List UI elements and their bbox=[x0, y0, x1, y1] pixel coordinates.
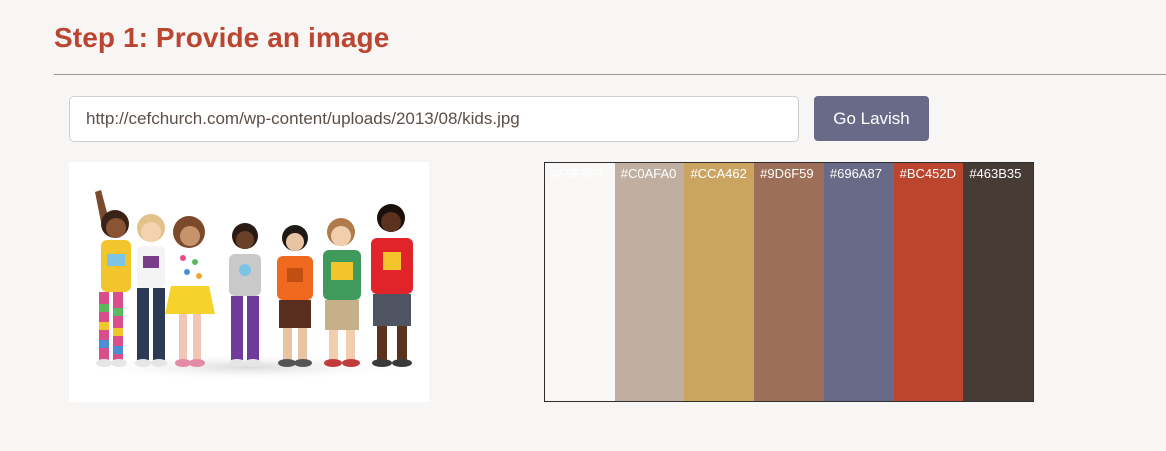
palette-swatch: #9D6F59 bbox=[754, 163, 824, 401]
swatch-hex-label: #696A87 bbox=[829, 166, 882, 181]
palette-swatch: #C0AFA0 bbox=[614, 163, 685, 401]
divider bbox=[54, 74, 1166, 75]
swatch-hex-label: #F9F8F7 bbox=[551, 166, 604, 181]
swatch-hex-label: #CCA462 bbox=[690, 166, 747, 181]
swatch-hex-label: #C0AFA0 bbox=[620, 166, 677, 181]
palette-swatch: #BC452D bbox=[893, 163, 964, 401]
color-palette: #F9F8F7 #C0AFA0 #CCA462 #9D6F59 #696A87 #BC45… bbox=[544, 162, 1034, 402]
swatch-hex-label: #BC452D bbox=[899, 166, 956, 181]
step-title: Step 1: Provide an image bbox=[54, 22, 390, 53]
image-url-input[interactable] bbox=[69, 96, 799, 142]
source-image bbox=[69, 162, 429, 402]
swatch-hex-label: #9D6F59 bbox=[760, 166, 814, 181]
page: Step 1: Provide an image Go Lavish bbox=[0, 0, 1166, 451]
palette-swatch: #F9F8F7 bbox=[545, 163, 615, 401]
palette-swatch: #463B35 bbox=[963, 163, 1034, 401]
swatch-hex-label: #463B35 bbox=[969, 166, 1022, 181]
go-lavish-button[interactable]: Go Lavish bbox=[814, 96, 929, 141]
palette-swatch: #CCA462 bbox=[684, 163, 755, 401]
kids-photo bbox=[69, 162, 429, 402]
palette-swatch: #696A87 bbox=[823, 163, 894, 401]
